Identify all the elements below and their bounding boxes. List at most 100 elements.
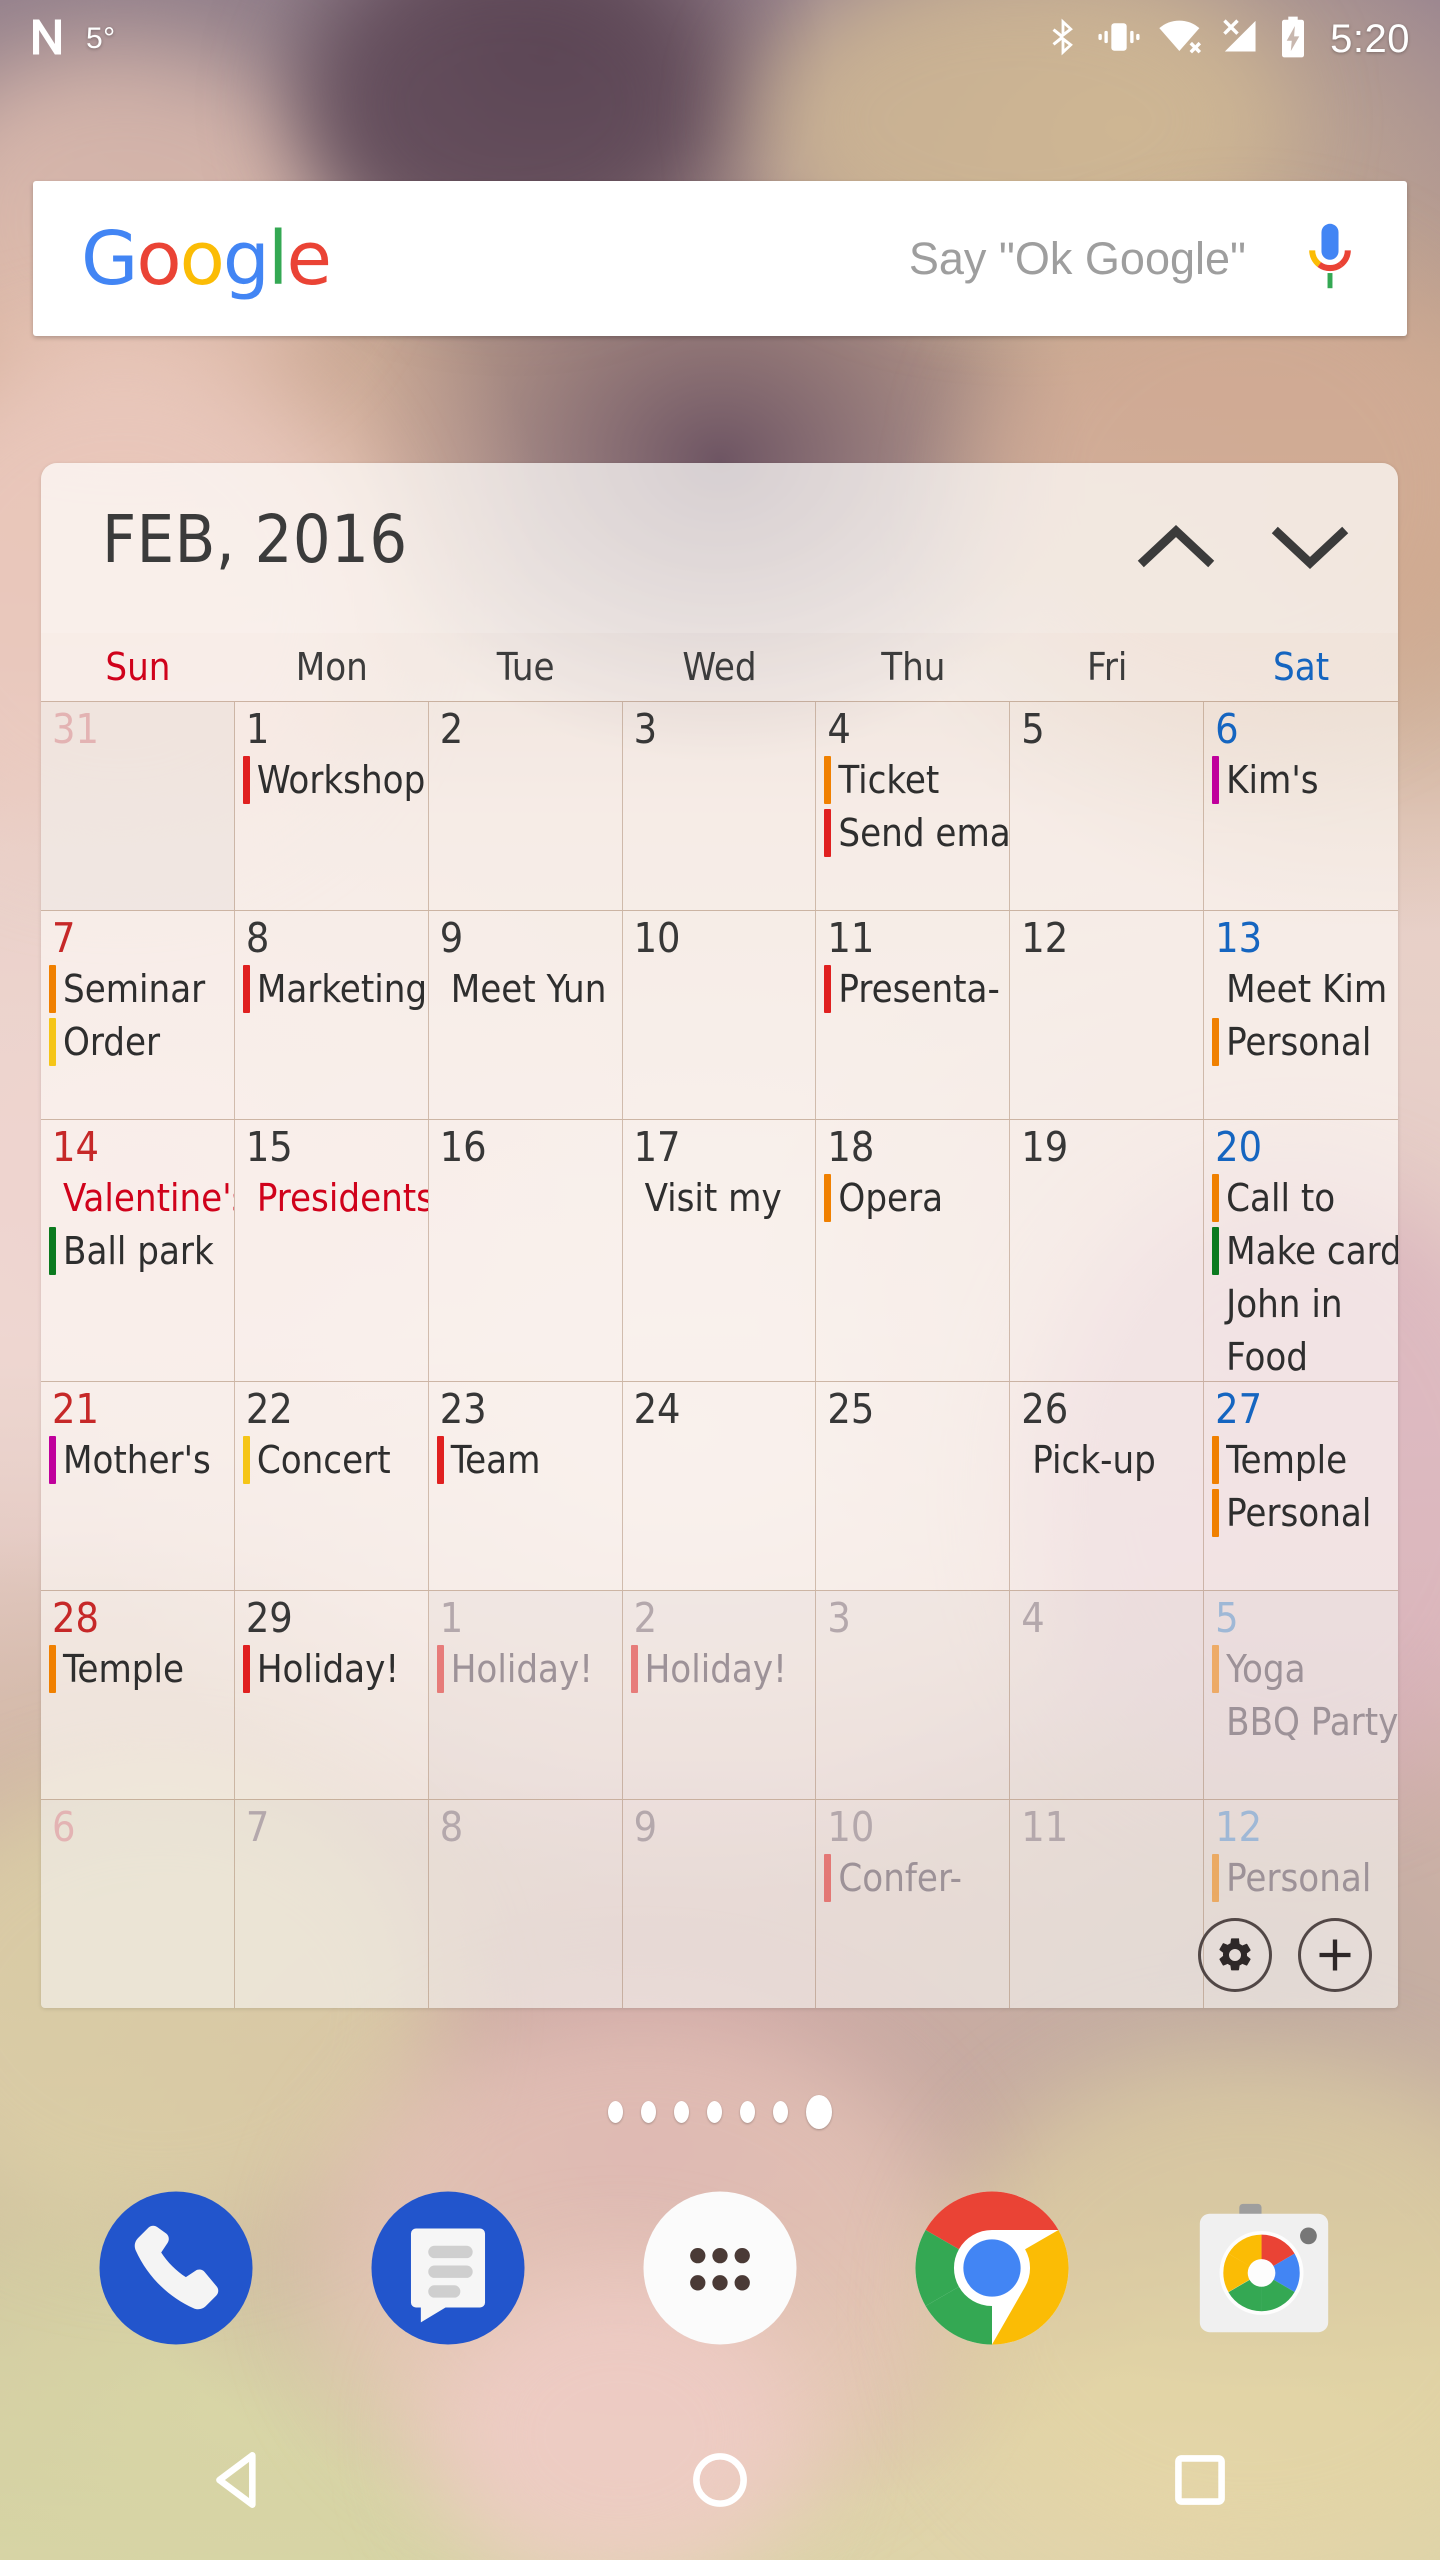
phone-app-icon[interactable] (91, 2183, 261, 2353)
calendar-event[interactable]: Team (436, 1436, 622, 1485)
calendar-day-cell[interactable]: 8 (428, 1800, 623, 2008)
calendar-day-number: 25 (827, 1385, 875, 1434)
calendar-event[interactable]: Make card (1212, 1227, 1398, 1276)
calendar-event[interactable]: Visit my (631, 1174, 816, 1222)
calendar-day-cell[interactable]: 25 (816, 1382, 1011, 1591)
calendar-day-cell[interactable]: 28 Temple (41, 1591, 235, 1799)
calendar-day-cell[interactable]: 18 Opera (816, 1119, 1011, 1382)
calendar-event[interactable]: Holiday! (436, 1645, 622, 1694)
calendar-day-cell[interactable]: 11 Presenta- (816, 910, 1011, 1119)
calendar-day-cell[interactable]: 19 (1010, 1119, 1205, 1382)
calendar-day-cell[interactable]: 13 Meet Kim Personal (1204, 911, 1398, 1119)
calendar-event[interactable]: Holiday! (242, 1645, 428, 1694)
calendar-day-cell[interactable]: 14 Valentine's Ball park (41, 1119, 235, 1382)
calendar-event[interactable]: John in (1212, 1280, 1398, 1328)
chrome-app-icon[interactable] (907, 2183, 1077, 2353)
calendar-event[interactable]: Personal (1212, 1854, 1398, 1903)
calendar-event[interactable]: Holiday! (630, 1645, 816, 1694)
calendar-event[interactable]: Temple (1212, 1436, 1398, 1485)
calendar-event[interactable]: Meet Kim (1212, 965, 1398, 1013)
calendar-event[interactable]: Meet Yun (437, 965, 622, 1013)
calendar-event[interactable]: Opera (824, 1174, 1009, 1223)
calendar-event[interactable]: Marketing (242, 965, 428, 1014)
calendar-day-cell[interactable]: 6 Kim's (1204, 702, 1398, 910)
calendar-event[interactable]: Presidents' (243, 1174, 428, 1222)
calendar-event[interactable]: Personal (1212, 1018, 1398, 1067)
calendar-event[interactable]: Seminar (49, 965, 234, 1014)
calendar-event[interactable]: Workshop (242, 756, 428, 805)
calendar-day-cell[interactable]: 4 (1010, 1591, 1205, 1799)
calendar-event[interactable]: Temple (49, 1645, 234, 1694)
calendar-day-cell[interactable]: 16 (429, 1119, 623, 1382)
calendar-event[interactable]: Personal (1212, 1489, 1398, 1538)
calendar-day-cell[interactable]: 31 (41, 702, 235, 910)
calendar-day-cell[interactable]: 1 Workshop (235, 702, 429, 910)
calendar-day-cell[interactable]: 2 Holiday! (622, 1591, 817, 1799)
calendar-day-cell[interactable]: 17 Visit my (623, 1119, 817, 1382)
calendar-widget[interactable]: FEB, 2016 Sun Mon Tue Wed Thu Fri Sat 31… (41, 463, 1398, 2008)
calendar-day-cell[interactable]: 20 Call to Make card John in Food (1204, 1120, 1398, 1381)
calendar-event[interactable]: Confer- (824, 1854, 1009, 1903)
search-hint-text[interactable]: Say "Ok Google" (909, 233, 1246, 285)
page-dot[interactable] (707, 2101, 722, 2123)
calendar-day-cell[interactable]: 5 (1010, 702, 1205, 910)
messages-app-icon[interactable] (363, 2183, 533, 2353)
calendar-event[interactable]: Call to (1212, 1174, 1398, 1223)
calendar-day-cell[interactable]: 29 Holiday! (235, 1591, 429, 1799)
home-icon[interactable] (645, 2405, 795, 2555)
calendar-event-color-bar (242, 756, 250, 805)
calendar-day-cell[interactable]: 21 Mother's (41, 1382, 235, 1591)
page-dot[interactable] (773, 2101, 788, 2123)
calendar-day-cell[interactable]: 24 (623, 1382, 817, 1591)
back-icon[interactable] (165, 2405, 315, 2555)
calendar-day-cell[interactable]: 9 (622, 1800, 817, 2008)
calendar-day-cell[interactable]: 3 (623, 702, 817, 910)
calendar-event[interactable]: Mother's (49, 1436, 234, 1485)
calendar-day-cell[interactable]: 7 (234, 1800, 429, 2008)
calendar-day-cell[interactable]: 3 (816, 1591, 1011, 1799)
calendar-day-cell[interactable]: 2 (429, 702, 623, 910)
calendar-day-cell[interactable]: 8 Marketing (235, 910, 429, 1119)
calendar-day-cell[interactable]: 7 Seminar Order (41, 910, 235, 1119)
calendar-day-cell[interactable]: 23 Team (429, 1382, 623, 1591)
calendar-day-cell[interactable]: 6 (41, 1800, 235, 2008)
calendar-day-cell[interactable]: 10 Confer- (816, 1800, 1011, 2008)
calendar-day-cell[interactable]: 10 (623, 910, 817, 1119)
calendar-event[interactable]: Valentine's (49, 1174, 234, 1222)
calendar-event[interactable]: Presenta- (824, 965, 1009, 1014)
calendar-day-cell[interactable]: 5 Yoga BBQ Party (1204, 1591, 1398, 1799)
page-dot[interactable] (806, 2095, 832, 2129)
calendar-event[interactable]: BBQ Party (1212, 1698, 1398, 1746)
recents-icon[interactable] (1125, 2405, 1275, 2555)
camera-app-icon[interactable] (1179, 2183, 1349, 2353)
calendar-day-cell[interactable]: 1 Holiday! (428, 1591, 623, 1799)
page-dot[interactable] (674, 2101, 689, 2123)
calendar-day-cell[interactable]: 11 (1010, 1800, 1205, 2008)
calendar-event[interactable]: Ball park (49, 1227, 234, 1276)
calendar-day-cell[interactable]: 26 Pick-up (1010, 1382, 1205, 1591)
plus-icon[interactable] (1298, 1918, 1372, 1992)
google-search-bar[interactable]: G o o g l e Say "Ok Google" (33, 181, 1407, 336)
chevron-down-icon[interactable] (1264, 507, 1356, 587)
calendar-event[interactable]: Order (49, 1018, 234, 1067)
calendar-day-cell[interactable]: 4 Ticket Send email (816, 702, 1011, 910)
page-dot[interactable] (641, 2101, 656, 2123)
microphone-icon[interactable] (1301, 220, 1359, 297)
calendar-day-cell[interactable]: 15 Presidents' (235, 1119, 429, 1382)
chevron-up-icon[interactable] (1130, 507, 1222, 587)
calendar-event[interactable]: Food (1212, 1333, 1398, 1381)
calendar-day-cell[interactable]: 27 Temple Personal (1204, 1382, 1398, 1590)
page-dot[interactable] (740, 2101, 755, 2123)
calendar-event[interactable]: Send email (824, 809, 1009, 858)
calendar-day-cell[interactable]: 22 Concert (235, 1382, 429, 1591)
page-dot[interactable] (608, 2101, 623, 2123)
calendar-event[interactable]: Concert (242, 1436, 428, 1485)
app-drawer-icon[interactable] (635, 2183, 805, 2353)
calendar-day-cell[interactable]: 9 Meet Yun (429, 910, 623, 1119)
calendar-event[interactable]: Yoga (1212, 1645, 1398, 1694)
gear-icon[interactable] (1198, 1918, 1272, 1992)
calendar-event[interactable]: Pick-up (1018, 1436, 1203, 1484)
calendar-day-cell[interactable]: 12 (1010, 910, 1205, 1119)
calendar-event[interactable]: Kim's (1212, 756, 1398, 805)
calendar-event[interactable]: Ticket (824, 756, 1009, 805)
